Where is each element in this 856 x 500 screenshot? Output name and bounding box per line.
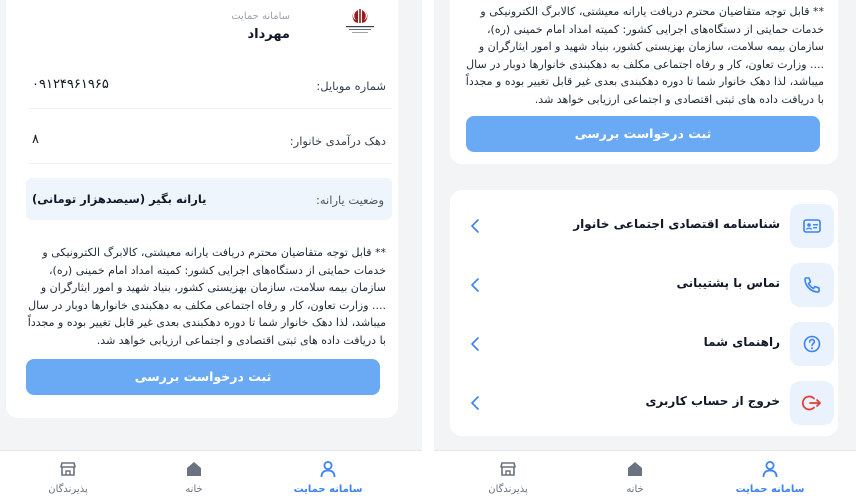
mobile-row: شماره موبایل: ۰۹۱۲۴۹۶۱۹۶۵ (28, 63, 392, 109)
subsidy-status-box: وضعیت یارانه: یارانه بگیر (سیصدهزار توما… (26, 178, 392, 220)
submit-review-request-button[interactable]: ثبت درخواست بررسی (466, 116, 820, 152)
phone-icon (804, 277, 820, 293)
nav-item-home[interactable]: خانه (134, 451, 254, 500)
subsidy-label: وضعیت یارانه: (316, 193, 384, 207)
menu-label: راهنمای شما (703, 335, 780, 349)
left-screen: سامانه حمایت مهرداد شماره موبایل: ۰۹۱۲۴۹… (0, 0, 422, 500)
chevron-left-icon (471, 219, 479, 233)
nav-item-home[interactable]: خانه (575, 451, 695, 500)
home-icon (628, 462, 642, 476)
right-screen: ** قابل توجه متقاضیان محترم دریافت یاران… (434, 0, 856, 500)
menu-item-economic-profile[interactable]: شناسنامه اقتصادی اجتماعی خانوار (450, 202, 838, 252)
nav-label: سامانه حمایت (293, 484, 363, 495)
user-name: مهرداد (247, 27, 290, 42)
menu-item-contact-support[interactable]: تماس با پشتیبانی (450, 261, 838, 311)
decile-row: دهک درآمدی خانوار: ۸ (28, 118, 392, 164)
notice-text: ** قابل توجه متقاضیان محترم دریافت یاران… (27, 246, 386, 347)
mobile-value: ۰۹۱۲۴۹۶۱۹۶۵ (32, 77, 109, 92)
mobile-label: شماره موبایل: (316, 79, 386, 93)
home-icon (187, 462, 201, 476)
menu-label: خروج از حساب کاربری (645, 394, 780, 408)
chevron-left-icon (471, 278, 479, 292)
menu-icon-box (790, 263, 834, 307)
menu-icon-box (790, 381, 834, 425)
menu-item-logout[interactable]: خروج از حساب کاربری (450, 379, 838, 429)
chevron-left-icon (471, 337, 479, 351)
menu-label: تماس با پشتیبانی (676, 276, 780, 290)
store-icon (500, 462, 516, 476)
nav-label: خانه (626, 484, 644, 495)
nav-item-support-system[interactable]: سامانه حمایت (710, 451, 830, 500)
menu-icon-box (790, 322, 834, 366)
nav-label: پذیرندگان (48, 484, 88, 495)
user-icon (762, 461, 778, 478)
screen-divider (422, 0, 434, 500)
nav-label: پذیرندگان (488, 484, 528, 495)
bottom-navigation: پذیرندگان خانه سامانه حمایت (434, 450, 856, 500)
bottom-navigation: پذیرندگان خانه سامانه حمایت (0, 450, 422, 500)
store-icon (60, 462, 76, 476)
subsidy-value: یارانه بگیر (سیصدهزار تومانی) (32, 192, 207, 206)
help-icon (803, 335, 821, 353)
decile-label: دهک درآمدی خانوار: (289, 134, 386, 148)
menu-icon-box (790, 204, 834, 248)
nav-item-acceptors[interactable]: پذیرندگان (8, 451, 128, 500)
nav-label: خانه (185, 484, 203, 495)
decile-value: ۸ (32, 132, 39, 147)
menu-label: شناسنامه اقتصادی اجتماعی خانوار (573, 217, 780, 231)
government-emblem-logo (346, 9, 374, 33)
notice-text: ** قابل توجه متقاضیان محترم دریافت یاران… (465, 5, 824, 106)
menu-item-help[interactable]: راهنمای شما (450, 320, 838, 370)
nav-item-support-system[interactable]: سامانه حمایت (268, 451, 388, 500)
user-icon (320, 461, 336, 478)
notice-card: ** قابل توجه متقاضیان محترم دریافت یاران… (20, 236, 392, 404)
menu-card: شناسنامه اقتصادی اجتماعی خانوار تماس با … (450, 190, 838, 436)
app-name: سامانه حمایت (231, 11, 290, 22)
nav-label: سامانه حمایت (735, 484, 805, 495)
chevron-left-icon (471, 396, 479, 410)
logout-icon (802, 395, 821, 411)
notice-card: ** قابل توجه متقاضیان محترم دریافت یاران… (450, 0, 838, 164)
submit-review-request-button[interactable]: ثبت درخواست بررسی (26, 359, 380, 395)
nav-item-acceptors[interactable]: پذیرندگان (448, 451, 568, 500)
id-card-icon (803, 219, 821, 233)
